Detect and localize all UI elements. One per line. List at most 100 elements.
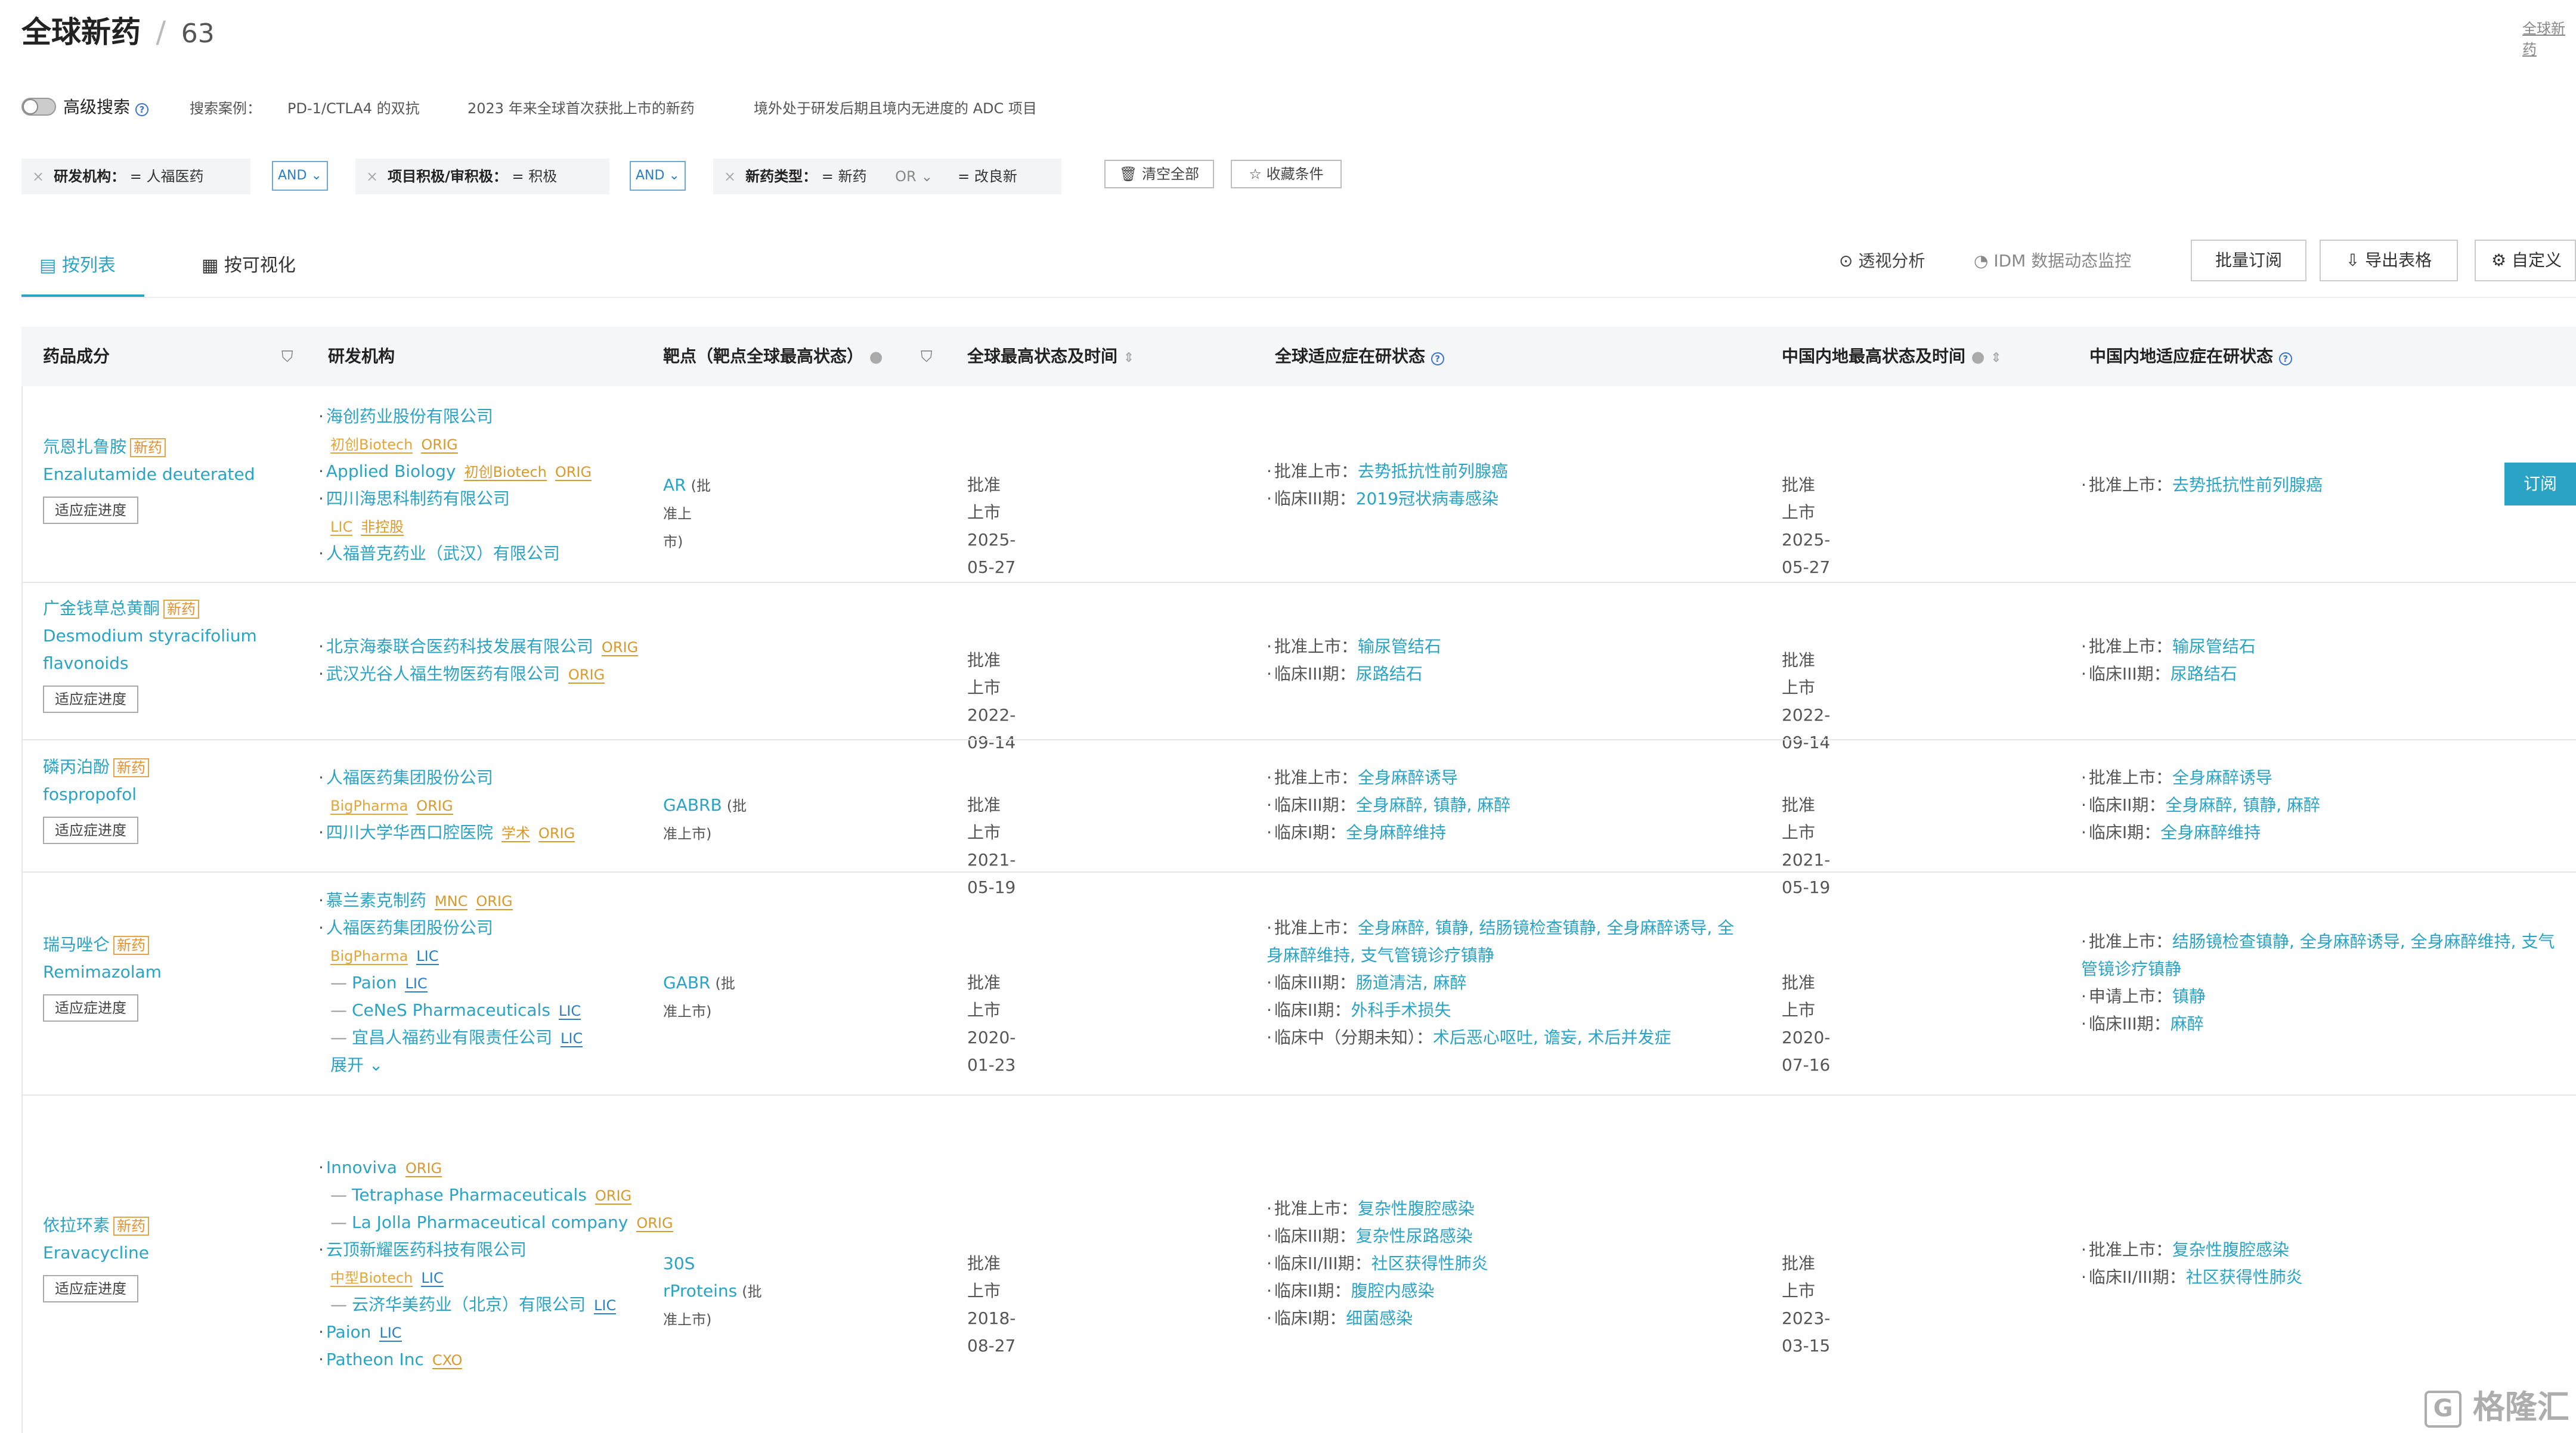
help-icon[interactable]: ? (135, 103, 148, 116)
drug-name-cn[interactable]: 瑞马唑仑 (43, 935, 110, 954)
info-icon[interactable]: ● (869, 348, 883, 366)
target-link[interactable]: 30S rProteins (663, 1254, 737, 1301)
indication-link[interactable]: 社区获得性肺炎 (2186, 1267, 2303, 1287)
org-name-link[interactable]: Patheon Inc (326, 1350, 424, 1369)
advanced-search-toggle[interactable] (21, 98, 56, 116)
drug-name-en[interactable]: Eravacycline (43, 1239, 270, 1267)
org-name-link[interactable]: 四川大学华西口腔医院 (326, 823, 493, 842)
org-name-link[interactable]: 慕兰素克制药 (326, 891, 426, 910)
indication-link[interactable]: 复杂性尿路感染 (1356, 1226, 1473, 1246)
drug-name-en[interactable]: fospropofol (43, 781, 270, 808)
indication-link[interactable]: 腹腔内感染 (1351, 1281, 1434, 1301)
sort-icon[interactable]: ⇕ (1123, 351, 1134, 365)
indication-link[interactable]: 去势抵抗性前列腺癌 (1358, 461, 1508, 481)
indication-link[interactable]: 肠道清洁, 麻醉 (1356, 973, 1467, 992)
pivot-analysis-button[interactable]: ⊙ 透视分析 (1839, 248, 1925, 272)
org-name-link[interactable]: 人福普克药业（武汉）有限公司 (326, 544, 560, 563)
org-name-link[interactable]: 云济华美药业（北京）有限公司 (352, 1295, 586, 1314)
indication-link[interactable]: 尿路结石 (2171, 664, 2237, 684)
org-name-link[interactable]: 海创药业股份有限公司 (326, 407, 493, 426)
indication-link[interactable]: 全身麻醉维持 (1346, 823, 1446, 842)
search-example-2[interactable]: 2023 年来全球首次获批上市的新药 (467, 97, 695, 117)
expand-link[interactable]: 展开 ⌄ (318, 1052, 628, 1079)
idm-monitor-button[interactable]: ◔ IDM 数据动态监控 (1974, 248, 2131, 272)
tab-list[interactable]: ▤ 按列表 (39, 250, 116, 277)
search-example-1[interactable]: PD-1/CTLA4 的双抗 (287, 97, 420, 117)
indication-link[interactable]: 全身麻醉, 镇静, 麻醉 (1356, 795, 1511, 815)
filter-type-or[interactable]: OR ⌄ (895, 168, 933, 185)
indication-link[interactable]: 外科手术损失 (1351, 1000, 1451, 1020)
top-right-link[interactable]: 全球新药 (2522, 17, 2576, 58)
org-name-link[interactable]: Paion (326, 1322, 371, 1342)
drug-name-cn[interactable]: 广金钱草总黄酮 (43, 598, 160, 618)
org-name-link[interactable]: 人福医药集团股份公司 (326, 768, 493, 787)
and-select-1[interactable]: AND ⌄ (272, 161, 328, 191)
indication-link[interactable]: 全身麻醉诱导 (2172, 768, 2272, 787)
filter-icon[interactable]: ⛉ (921, 348, 933, 367)
filter-icon[interactable]: ⛉ (281, 348, 293, 367)
indication-link[interactable]: 输尿管结石 (2172, 637, 2256, 656)
drug-name-en[interactable]: Remimazolam (43, 959, 270, 986)
drug-name-cn[interactable]: 氘恩扎鲁胺 (43, 437, 126, 457)
remove-filter-icon[interactable]: × (366, 168, 378, 185)
org-name-link[interactable]: La Jolla Pharmaceutical company (352, 1212, 628, 1232)
indication-link[interactable]: 全身麻醉维持 (2160, 823, 2261, 842)
org-name-link[interactable]: Paion (352, 973, 397, 992)
subscribe-button[interactable]: 订阅 (2504, 463, 2576, 505)
indication-progress-button[interactable]: 适应症进度 (43, 1275, 138, 1302)
filter-org[interactable]: × 研发机构： = 人福医药 (21, 159, 250, 194)
target-link[interactable]: AR (663, 475, 686, 495)
and-select-2[interactable]: AND ⌄ (630, 161, 686, 191)
filter-project[interactable]: × 项目积极/审积极： = 积极 (355, 159, 609, 194)
drug-name-cn[interactable]: 依拉环素 (43, 1215, 110, 1235)
indication-link[interactable]: 去势抵抗性前列腺癌 (2172, 475, 2323, 495)
export-table-button[interactable]: ⇩ 导出表格 (2320, 240, 2458, 281)
org-name-link[interactable]: CeNeS Pharmaceuticals (352, 1000, 550, 1020)
indication-link[interactable]: 麻醉 (2171, 1014, 2204, 1034)
custom-columns-button[interactable]: ⚙ 自定义 (2475, 240, 2576, 281)
org-name-link[interactable]: Tetraphase Pharmaceuticals (352, 1185, 587, 1205)
org-name-link[interactable]: 四川海思科制药有限公司 (326, 489, 510, 508)
org-name-link[interactable]: 北京海泰联合医药科技发展有限公司 (326, 637, 593, 656)
indication-link[interactable]: 2019冠状病毒感染 (1356, 489, 1498, 508)
indication-link[interactable]: 镇静 (2172, 987, 2206, 1006)
drug-name-en[interactable]: Desmodium styracifolium flavonoids (43, 622, 270, 677)
org-tag: LIC (561, 1030, 583, 1047)
info-icon[interactable]: ● (1971, 348, 1985, 366)
indication-link[interactable]: 全身麻醉诱导 (1358, 768, 1458, 787)
target-link[interactable]: GABRB (663, 795, 722, 815)
indication-link[interactable]: 术后恶心呕吐, 谵妄, 术后并发症 (1433, 1028, 1671, 1047)
sort-icon[interactable]: ⇕ (1990, 351, 2001, 365)
drug-name-cn[interactable]: 磷丙泊酚 (43, 757, 110, 777)
org-name-link[interactable]: Applied Biology (326, 461, 456, 481)
org-name-link[interactable]: Innoviva (326, 1158, 397, 1177)
indication-link[interactable]: 全身麻醉, 镇静, 麻醉 (2165, 795, 2320, 815)
indication-progress-button[interactable]: 适应症进度 (43, 994, 138, 1022)
search-example-3[interactable]: 境外处于研发后期且境内无进度的 ADC 项目 (754, 97, 1037, 117)
org-name-link[interactable]: 宜昌人福药业有限责任公司 (352, 1028, 552, 1047)
indication-link[interactable]: 社区获得性肺炎 (1371, 1254, 1488, 1273)
remove-filter-icon[interactable]: × (724, 168, 736, 185)
indication-progress-button[interactable]: 适应症进度 (43, 497, 138, 524)
tab-visual[interactable]: ▦ 按可视化 (202, 250, 296, 277)
org-name-link[interactable]: 云顶新耀医药科技有限公司 (326, 1240, 527, 1260)
help-icon[interactable]: ? (2278, 352, 2292, 365)
drug-name-en[interactable]: Enzalutamide deuterated (43, 461, 270, 488)
target-link[interactable]: GABR (663, 973, 711, 992)
save-condition-button[interactable]: ☆ 收藏条件 (1231, 160, 1342, 188)
org-name-link[interactable]: 武汉光谷人福生物医药有限公司 (326, 664, 560, 684)
indication-link[interactable]: 输尿管结石 (1358, 637, 1441, 656)
target-cell: GABRB (批准上市) (663, 792, 747, 848)
indication-link[interactable]: 复杂性腹腔感染 (2172, 1240, 2289, 1260)
help-icon[interactable]: ? (1431, 352, 1444, 365)
clear-all-button[interactable]: 🗑 清空全部 (1104, 160, 1214, 188)
indication-progress-button[interactable]: 适应症进度 (43, 686, 138, 713)
batch-subscribe-button[interactable]: 批量订阅 (2191, 240, 2306, 281)
indication-link[interactable]: 尿路结石 (1356, 664, 1423, 684)
org-name-link[interactable]: 人福医药集团股份公司 (326, 918, 493, 938)
filter-drug-type[interactable]: × 新药类型： = 新药 OR ⌄ = 改良新 (713, 159, 1061, 194)
remove-filter-icon[interactable]: × (32, 168, 44, 185)
indication-link[interactable]: 细菌感染 (1346, 1308, 1413, 1328)
indication-link[interactable]: 复杂性腹腔感染 (1358, 1199, 1475, 1218)
indication-progress-button[interactable]: 适应症进度 (43, 817, 138, 844)
